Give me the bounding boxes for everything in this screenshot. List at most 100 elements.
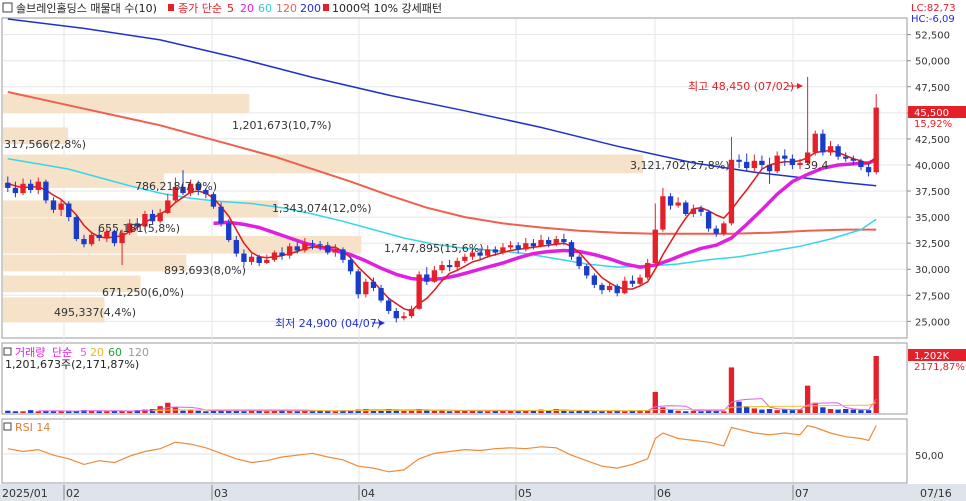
candle-body	[264, 259, 270, 263]
candle-body	[393, 310, 399, 319]
candle-body	[599, 284, 605, 291]
volume-bar	[561, 410, 567, 413]
volume-bar	[35, 411, 41, 413]
price-tick-label: 35,000	[915, 213, 950, 224]
candle-body	[606, 285, 613, 291]
hc-label: HC:-6,09	[911, 14, 955, 25]
candle-body	[584, 266, 590, 276]
volume-bar	[195, 410, 201, 413]
volume-bar	[431, 410, 438, 413]
volume-profile-label: 893,693(8,0%)	[164, 264, 246, 277]
candle-body	[370, 281, 377, 288]
volume-bar	[180, 410, 186, 413]
candle-body	[820, 133, 826, 153]
candle-body	[614, 285, 620, 294]
chart-title: 솔브레인홀딩스 매물대 수(10)	[16, 2, 157, 15]
candle-body	[218, 206, 224, 224]
candle-body	[58, 203, 64, 210]
candle-body	[325, 245, 331, 253]
stock-chart: 52,50050,00047,50045,00042,50040,00037,5…	[0, 0, 966, 501]
volume-bar	[660, 407, 666, 413]
volume-profile-band	[3, 254, 187, 272]
candle-body	[622, 280, 628, 294]
candle-body	[751, 160, 757, 169]
candle-body	[294, 246, 300, 251]
volume-profile-label: 39,4	[804, 159, 829, 172]
candle-body	[683, 202, 689, 214]
price-tick-label: 52,500	[915, 31, 950, 42]
candle-body	[591, 275, 598, 285]
volume-bar	[774, 410, 780, 413]
candle-body	[416, 274, 422, 309]
candle-body	[523, 243, 529, 250]
ma-toggle-box[interactable]	[168, 4, 174, 11]
candle-body	[667, 196, 674, 206]
candle-body	[774, 155, 780, 172]
volume-toggle-box[interactable]	[3, 347, 12, 356]
volume-bar	[27, 410, 34, 413]
candle-body	[73, 217, 80, 239]
volume-bar	[683, 411, 689, 413]
header-close-box[interactable]	[2, 2, 13, 13]
high-annotation: 최고 48,450 (07/02)	[688, 80, 794, 93]
candle-body	[850, 158, 857, 161]
candle-body	[279, 252, 285, 256]
price-tick-label: 25,000	[915, 317, 950, 328]
ma-period-5: 5	[227, 2, 234, 15]
volume-bar	[827, 409, 834, 413]
change-label: 15,92%	[914, 119, 952, 130]
candle-body	[736, 159, 742, 162]
volume-bar	[698, 411, 704, 413]
candle-body	[500, 247, 506, 253]
candle-body	[545, 240, 552, 245]
candle-body	[858, 160, 864, 168]
candle-body	[485, 249, 491, 256]
volume-bar	[599, 411, 605, 413]
candle-body	[652, 229, 658, 263]
volume-bar	[591, 411, 598, 413]
candle-body	[302, 243, 308, 251]
volume-bar	[804, 385, 811, 413]
volume-bar	[850, 409, 857, 413]
volume-profile-label: 317,566(2,8%)	[4, 138, 86, 151]
candle-body	[35, 181, 41, 190]
profile-toggle-box[interactable]	[323, 4, 329, 11]
volume-bar	[751, 408, 757, 413]
x-axis-bar	[0, 484, 966, 501]
candle-body	[766, 164, 773, 172]
volume-bar	[58, 411, 64, 413]
candle-body	[553, 238, 559, 245]
volume-bar	[515, 411, 521, 413]
candle-body	[340, 249, 346, 260]
candle-body	[530, 243, 537, 247]
candle-body	[698, 208, 704, 212]
candle-body	[309, 243, 316, 245]
volume-bar	[873, 356, 879, 413]
candle-body	[248, 256, 255, 262]
volume-bar	[667, 409, 674, 413]
candle-body	[713, 228, 719, 234]
candle-body	[96, 234, 102, 238]
volume-bar	[858, 410, 864, 413]
candle-body	[66, 203, 72, 218]
volume-bar	[835, 409, 841, 413]
candle-body	[233, 240, 239, 254]
volume-bar	[294, 411, 300, 413]
volume-bar	[843, 409, 849, 413]
volume-bar	[309, 411, 316, 413]
candle-body	[401, 316, 407, 319]
volume-bar	[865, 410, 872, 413]
candle-body	[378, 287, 384, 301]
volume-profile-label: 655,181(5,8%)	[98, 222, 180, 235]
profile-label: 1000억 10% 강세패턴	[332, 2, 442, 15]
price-tick-label: 37,500	[915, 187, 950, 198]
candle-body	[363, 281, 369, 295]
ma-period-20: 20	[240, 2, 254, 15]
candle-body	[843, 156, 849, 159]
candle-body	[286, 246, 293, 256]
candle-body	[81, 238, 87, 245]
rsi-toggle-box[interactable]	[3, 422, 12, 431]
candle-body	[241, 253, 247, 262]
volume-bar	[96, 411, 102, 413]
candle-body	[424, 274, 430, 282]
